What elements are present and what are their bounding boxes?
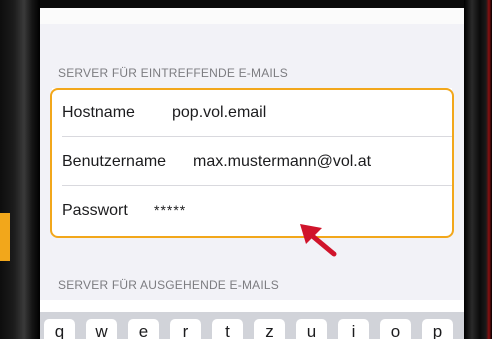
key-z[interactable]: z xyxy=(254,319,285,339)
password-field[interactable]: ***** xyxy=(154,202,186,218)
keyboard: q w e r t z u i o p xyxy=(40,312,464,339)
username-field[interactable]: max.mustermann@vol.at xyxy=(193,153,371,171)
hostname-label: Hostname xyxy=(62,103,135,121)
mail-settings-screen: SERVER FÜR EINTREFFENDE E-MAILS Hostname… xyxy=(40,8,464,339)
key-u[interactable]: u xyxy=(296,319,327,339)
previous-group-bottom xyxy=(40,8,464,24)
device-bezel-left xyxy=(0,0,40,339)
key-r[interactable]: r xyxy=(170,319,201,339)
incoming-server-group: Hostname pop.vol.email Benutzername max.… xyxy=(52,88,452,236)
key-w[interactable]: w xyxy=(86,319,117,339)
incoming-server-header: SERVER FÜR EINTREFFENDE E-MAILS xyxy=(58,66,289,80)
device-bezel-top xyxy=(0,0,492,8)
key-t[interactable]: t xyxy=(212,319,243,339)
hostname-field[interactable]: pop.vol.email xyxy=(172,104,266,122)
orange-accent-marker xyxy=(0,213,10,261)
key-q[interactable]: q xyxy=(44,319,75,339)
key-e[interactable]: e xyxy=(128,319,159,339)
username-row[interactable]: Benutzername max.mustermann@vol.at xyxy=(52,137,452,186)
key-p[interactable]: p xyxy=(422,319,453,339)
arrow-pointer-icon xyxy=(300,224,337,257)
key-i[interactable]: i xyxy=(338,319,369,339)
outgoing-server-header: SERVER FÜR AUSGEHENDE E-MAILS xyxy=(58,278,279,292)
password-label: Passwort xyxy=(62,201,128,219)
key-o[interactable]: o xyxy=(380,319,411,339)
device-frame: SERVER FÜR EINTREFFENDE E-MAILS Hostname… xyxy=(0,0,492,339)
device-bezel-right xyxy=(464,0,492,339)
password-row[interactable]: Passwort ***** xyxy=(52,186,452,235)
hostname-row[interactable]: Hostname pop.vol.email xyxy=(52,88,452,137)
username-label: Benutzername xyxy=(62,152,167,170)
outgoing-server-group xyxy=(40,300,464,312)
